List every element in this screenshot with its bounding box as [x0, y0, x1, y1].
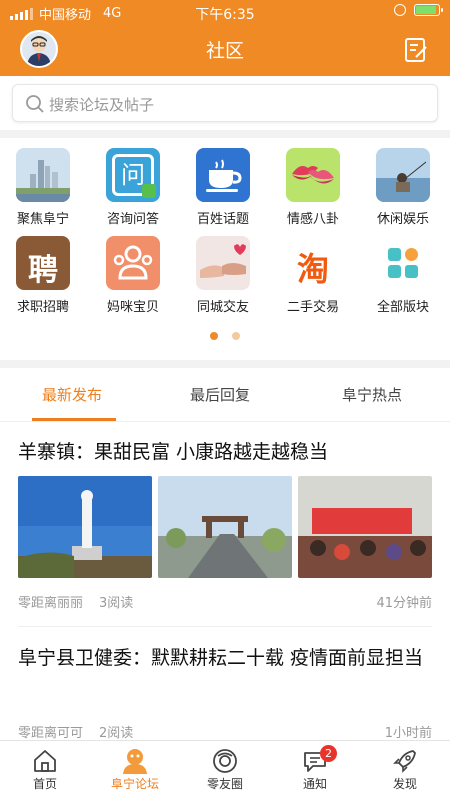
category-item-focus[interactable]: 聚焦阜宁	[0, 148, 88, 227]
search-placeholder: 搜索论坛及帖子	[49, 96, 155, 114]
tab-latest[interactable]: 最新发布	[42, 384, 102, 405]
circle-icon	[213, 749, 237, 773]
home-icon	[34, 750, 56, 772]
divider	[18, 626, 432, 627]
page-title: 社区	[205, 40, 244, 62]
category-label: 百姓话题	[196, 212, 249, 227]
nav-label: 首页	[32, 777, 57, 791]
hire-icon: 聘	[16, 236, 70, 290]
category-item-topics[interactable]: 百姓话题	[178, 148, 268, 227]
category-label: 情感八卦	[286, 212, 339, 227]
post-author[interactable]: 零距离可可	[18, 722, 83, 740]
battery-icon	[414, 4, 443, 16]
nav-notifications[interactable]: 2 通知	[280, 745, 350, 792]
post-image[interactable]	[158, 476, 292, 578]
page-dot-active[interactable]	[210, 332, 218, 340]
post-reads: 2阅读	[99, 726, 134, 740]
post-image[interactable]	[298, 476, 432, 578]
category-label: 全部版块	[376, 300, 429, 315]
category-label: 咨询问答	[106, 212, 159, 227]
notification-badge: 2	[320, 745, 337, 762]
post-reads: 3阅读	[99, 596, 134, 611]
category-item-leisure[interactable]: 休闲娱乐	[358, 148, 448, 227]
nav-home[interactable]: 首页	[10, 747, 80, 792]
hands-photo-icon	[196, 236, 250, 290]
category-label: 聚焦阜宁	[16, 212, 69, 227]
category-item-all[interactable]: 全部版块	[358, 236, 448, 315]
rocket-icon	[393, 750, 416, 773]
category-label: 求职招聘	[16, 300, 69, 315]
nav-label: 发现	[392, 777, 417, 791]
lips-icon	[286, 148, 340, 202]
category-item-baby[interactable]: 妈咪宝贝	[88, 236, 178, 315]
category-label: 同城交友	[196, 300, 249, 315]
edit-post-icon[interactable]	[404, 37, 428, 63]
tab-last-reply[interactable]: 最后回复	[190, 384, 250, 405]
post-feed: 羊寨镇：果甜民富 小康路越走越稳当 零距离丽丽 3阅读 41分钟前 阜宁县卫健委…	[0, 422, 450, 740]
post-meta: 零距离可可 2阅读	[18, 722, 133, 740]
grid-icon	[376, 236, 430, 290]
post-author[interactable]: 零距离丽丽	[18, 592, 83, 611]
feed-tabs: 最新发布 最后回复 阜宁热点	[0, 368, 450, 422]
category-item-jobs[interactable]: 聘 求职招聘	[0, 236, 88, 315]
page-dot[interactable]	[232, 332, 240, 340]
post-title[interactable]: 阜宁县卫健委：默默耕耘二十载 疫情面前显担当	[18, 644, 432, 673]
category-label: 妈咪宝贝	[106, 300, 159, 315]
city-photo-icon	[16, 148, 70, 202]
search-section: 搜索论坛及帖子	[0, 76, 450, 130]
search-input[interactable]: 搜索论坛及帖子	[12, 84, 438, 122]
alarm-icon	[394, 4, 406, 16]
nav-circle[interactable]: 零友圈	[190, 747, 260, 792]
nav-label: 通知	[302, 777, 327, 791]
post-title[interactable]: 羊寨镇：果甜民富 小康路越走越稳当	[18, 438, 432, 467]
nav-label: 阜宁论坛	[110, 777, 159, 791]
category-item-qa[interactable]: 问 咨询问答	[88, 148, 178, 227]
nav-forum[interactable]: 阜宁论坛	[100, 747, 170, 792]
tab-indicator	[32, 418, 116, 421]
nav-label: 零友圈	[206, 777, 243, 791]
category-label: 休闲娱乐	[376, 212, 429, 227]
category-grid: 聚焦阜宁 问 咨询问答 百姓话题 情感八卦 休闲娱乐 聘 求职招聘 妈咪宝贝 同…	[0, 138, 450, 360]
taobao-icon: 淘	[286, 236, 340, 290]
fishing-photo-icon	[376, 148, 430, 202]
forum-icon	[123, 749, 147, 774]
coffee-cup-icon	[196, 148, 250, 202]
post-image[interactable]	[18, 476, 152, 578]
post-time: 1小时前	[384, 726, 432, 740]
tab-hot[interactable]: 阜宁热点	[342, 384, 402, 405]
bottom-nav: 首页 阜宁论坛 零友圈 2 通知 发现	[0, 740, 450, 800]
status-bar: 中国移动 4G 下午6:35	[0, 0, 450, 24]
category-item-gossip[interactable]: 情感八卦	[268, 148, 358, 227]
question-icon: 问	[106, 148, 160, 202]
category-item-trade[interactable]: 淘 二手交易	[268, 236, 358, 315]
app-header: 社区	[0, 24, 450, 76]
post-meta: 零距离丽丽 3阅读	[18, 592, 133, 611]
search-icon	[26, 95, 44, 113]
post-time: 41分钟前	[376, 596, 432, 611]
nav-discover[interactable]: 发现	[370, 747, 440, 792]
page-indicator	[0, 332, 450, 340]
clock: 下午6:35	[195, 7, 255, 23]
family-icon	[106, 236, 160, 290]
category-item-friends[interactable]: 同城交友	[178, 236, 268, 315]
category-label: 二手交易	[286, 300, 339, 315]
